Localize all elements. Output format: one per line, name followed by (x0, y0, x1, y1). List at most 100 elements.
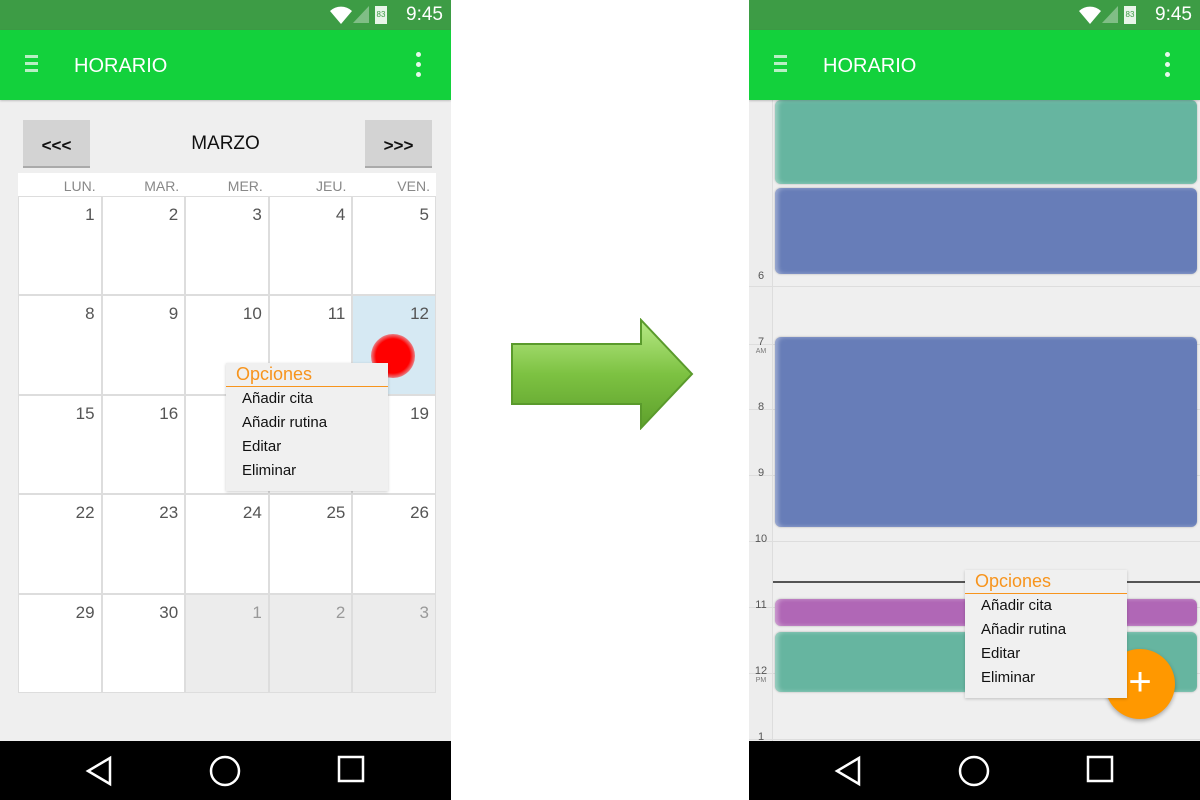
day-cell[interactable]: 1 (186, 594, 268, 692)
options-popup: Opciones Añadir cita Añadir rutina Edita… (226, 363, 388, 491)
right-arrow-icon (511, 318, 694, 430)
home-icon[interactable] (958, 755, 990, 787)
day-cell[interactable]: 30 (102, 594, 185, 692)
hour-label: 8 (757, 401, 765, 413)
home-icon[interactable] (209, 755, 241, 787)
hour-gridline (749, 541, 1200, 542)
popup-title: Opciones (226, 363, 388, 387)
day-number: 26 (410, 503, 429, 523)
menu-item-delete[interactable]: Eliminar (965, 666, 1127, 690)
day-cell[interactable]: 24 (186, 495, 268, 593)
event-block[interactable] (775, 100, 1197, 184)
hamburger-menu-icon[interactable] (25, 55, 38, 76)
options-popup: Opciones Añadir cita Añadir rutina Edita… (965, 570, 1127, 698)
day-number: 8 (85, 304, 95, 324)
day-cell[interactable]: 16 (102, 395, 185, 494)
day-of-week-label: VEN. (397, 178, 430, 194)
day-cell[interactable]: 23 (102, 495, 185, 593)
event-block[interactable] (775, 188, 1197, 274)
day-of-week-label: MAR. (144, 178, 180, 194)
overflow-menu-icon[interactable] (1165, 52, 1170, 82)
wifi-icon (330, 6, 352, 24)
day-number: 5 (419, 205, 429, 224)
status-bar: 83 9:45 (749, 0, 1200, 30)
day-number: 2 (168, 205, 179, 224)
day-cell[interactable]: 25 (269, 495, 352, 593)
system-nav-bar (749, 741, 1200, 800)
menu-item-edit[interactable]: Editar (965, 642, 1127, 666)
day-number: 11 (327, 304, 346, 324)
day-number: 15 (75, 403, 95, 423)
next-month-button[interactable]: >>> (365, 120, 432, 168)
app-bar: HORARIO (749, 30, 1200, 100)
popup-title: Opciones (965, 570, 1127, 594)
menu-item-add-routine[interactable]: Añadir rutina (965, 618, 1127, 642)
day-cell[interactable]: 5 (353, 197, 435, 295)
clock: 9:45 (406, 4, 443, 25)
day-of-week-label: LUN. (63, 178, 96, 194)
day-number: 2 (335, 602, 346, 622)
hour-label: 12 PM (754, 665, 768, 684)
day-number: 25 (326, 503, 346, 523)
hour-gridline (749, 739, 1200, 740)
day-cell[interactable]: 29 (19, 594, 101, 692)
day-number: 4 (335, 205, 346, 224)
recents-icon[interactable] (337, 755, 365, 783)
day-of-week-label: MER. (227, 178, 263, 194)
day-cell[interactable]: 26 (353, 495, 435, 593)
day-number: 22 (75, 503, 95, 523)
hour-gridline (749, 286, 1200, 287)
day-number: 30 (159, 602, 179, 622)
app-title: HORARIO (823, 55, 917, 77)
menu-item-edit[interactable]: Editar (226, 435, 388, 459)
menu-item-add-appointment[interactable]: Añadir cita (965, 594, 1127, 618)
wifi-icon (1079, 6, 1101, 24)
day-number: 9 (168, 304, 179, 324)
left-phone-month-view: 83 9:45 HORARIO <<< MARZO >>> LUN. MAR. ME… (0, 0, 451, 800)
battery-icon: 83 (1124, 6, 1136, 24)
day-cell[interactable]: 9 (102, 296, 185, 394)
menu-item-add-routine[interactable]: Añadir rutina (226, 411, 388, 435)
app-title: HORARIO (74, 55, 168, 77)
app-bar: HORARIO (0, 30, 451, 100)
day-number: 10 (242, 304, 262, 324)
day-cell[interactable]: 3 (353, 594, 435, 692)
day-number: 29 (75, 602, 95, 622)
recents-icon[interactable] (1086, 755, 1114, 783)
battery-icon: 83 (375, 6, 387, 24)
overflow-menu-icon[interactable] (416, 52, 421, 82)
day-cell[interactable]: 2 (102, 197, 185, 295)
day-cell[interactable]: 4 (269, 197, 352, 295)
day-number: 23 (159, 503, 179, 523)
hour-label: 9 (757, 467, 765, 479)
day-number: 3 (252, 205, 262, 224)
event-block[interactable] (775, 337, 1197, 527)
hour-label: 10 (754, 533, 768, 545)
day-number: 1 (252, 602, 262, 622)
day-number: 19 (410, 403, 429, 423)
day-number: 12 (410, 304, 429, 324)
day-cell[interactable]: 1 (19, 197, 101, 295)
signal-icon (1102, 6, 1118, 23)
right-phone-day-view: 6 7 AM 8 9 10 11 12 PM 1 83 9:45 HORARIO + Opcion… (749, 0, 1200, 800)
hamburger-menu-icon[interactable] (774, 55, 787, 76)
day-cell[interactable]: 2 (269, 594, 352, 692)
days-of-week-header: LUN. MAR. MER. JEU. VEN. (18, 173, 436, 196)
menu-item-delete[interactable]: Eliminar (226, 459, 388, 483)
hour-label: 11 (755, 599, 767, 611)
status-bar: 83 9:45 (0, 0, 451, 30)
system-nav-bar (0, 741, 451, 800)
day-number: 3 (419, 602, 429, 622)
back-icon[interactable] (833, 755, 863, 787)
day-cell[interactable]: 22 (19, 495, 101, 593)
day-number: 1 (85, 205, 95, 224)
day-of-week-label: JEU. (316, 178, 347, 194)
day-number: 16 (159, 403, 179, 423)
day-cell[interactable]: 8 (19, 296, 101, 394)
clock: 9:45 (1155, 4, 1192, 25)
menu-item-add-appointment[interactable]: Añadir cita (226, 387, 388, 411)
day-cell[interactable]: 3 (186, 197, 268, 295)
day-cell[interactable]: 15 (19, 395, 101, 494)
back-icon[interactable] (84, 755, 114, 787)
signal-icon (353, 6, 369, 23)
